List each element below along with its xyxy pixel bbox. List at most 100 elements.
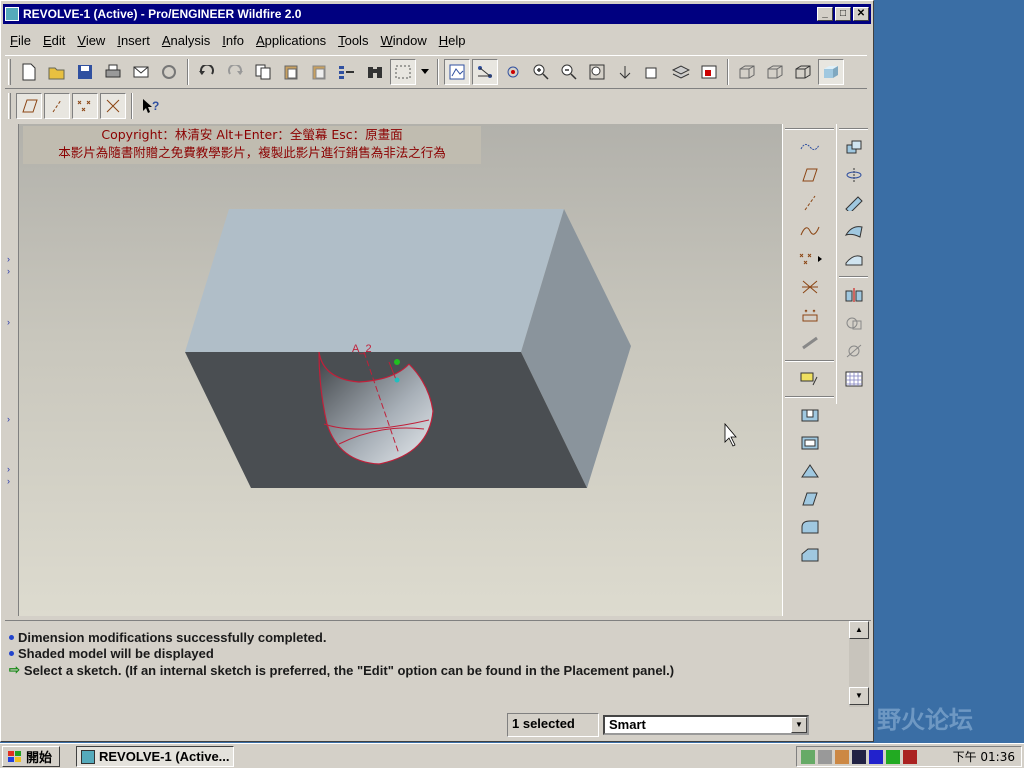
selection-filter-dropdown[interactable]: Smart ▼ [603, 715, 809, 735]
clock[interactable]: 下午 01:36 [953, 748, 1021, 765]
menu-view[interactable]: View [72, 33, 110, 48]
round-icon[interactable] [797, 514, 823, 540]
tray-green-icon[interactable] [886, 749, 900, 764]
refit-icon[interactable] [584, 59, 610, 85]
network-icon[interactable] [801, 749, 815, 764]
view-manager-icon[interactable] [696, 59, 722, 85]
dropdown-arrow-icon[interactable] [418, 59, 432, 85]
menu-info[interactable]: Info [217, 33, 249, 48]
no-hidden-icon[interactable] [790, 59, 816, 85]
orient-icon[interactable] [612, 59, 638, 85]
context-help-icon[interactable]: ? [138, 93, 164, 119]
mirror-icon[interactable] [841, 282, 867, 308]
ime-icon[interactable] [852, 749, 866, 764]
message-line-3: ⇨ Select a sketch. (If an internal sketch… [9, 662, 674, 678]
maximize-button[interactable]: □ [835, 7, 851, 21]
layers-icon[interactable] [668, 59, 694, 85]
style-icon[interactable] [841, 246, 867, 272]
message-scrollbar[interactable]: ▲ ▼ [849, 621, 869, 707]
media-icon[interactable] [869, 749, 883, 764]
rib-icon[interactable] [797, 458, 823, 484]
paste-icon[interactable] [278, 59, 304, 85]
relations-icon[interactable] [334, 59, 360, 85]
hole-icon[interactable] [797, 402, 823, 428]
plane-display-icon[interactable] [16, 93, 42, 119]
chamfer-icon[interactable] [797, 542, 823, 568]
merge-icon[interactable] [841, 310, 867, 336]
boundary-blend-icon[interactable] [841, 218, 867, 244]
extrude-icon[interactable] [841, 134, 867, 160]
message-text: Shaded model will be displayed [18, 646, 214, 661]
menu-tools[interactable]: Tools [333, 33, 373, 48]
title-bar[interactable]: REVOLVE-1 (Active) - Pro/ENGINEER Wildfi… [3, 4, 871, 24]
message-text: Dimension modifications successfully com… [18, 630, 327, 645]
pattern-icon[interactable] [841, 366, 867, 392]
datum-plane-icon[interactable] [797, 162, 823, 188]
datum-point-icon[interactable] [797, 246, 823, 272]
dimension-label[interactable]: A_2 [352, 343, 372, 355]
toolbar-grip[interactable] [8, 59, 11, 85]
regenerate-icon[interactable] [156, 59, 182, 85]
draft-icon[interactable] [797, 486, 823, 512]
menu-edit[interactable]: Edit [38, 33, 70, 48]
menu-file[interactable]: File [5, 33, 36, 48]
datum-curve-sketch-icon[interactable] [797, 134, 823, 160]
datum-icon[interactable] [472, 59, 498, 85]
zoom-out-icon[interactable] [556, 59, 582, 85]
select-box-icon[interactable] [390, 59, 416, 85]
redo-icon[interactable] [222, 59, 248, 85]
axis-display-icon[interactable] [44, 93, 70, 119]
variable-section-sweep-icon[interactable] [841, 190, 867, 216]
message-line-1: Dimension modifications successfully com… [9, 630, 326, 645]
tray-app-icon[interactable] [835, 749, 849, 764]
open-icon[interactable] [44, 59, 70, 85]
left-splitter[interactable]: › › › › › › [5, 124, 19, 616]
analysis-feature-icon[interactable] [797, 302, 823, 328]
point-display-icon[interactable] [72, 93, 98, 119]
menu-help[interactable]: Help [434, 33, 471, 48]
menu-analysis[interactable]: Analysis [157, 33, 215, 48]
hidden-line-icon[interactable] [762, 59, 788, 85]
graphics-window[interactable]: Copyright：林清安 Alt+Enter：全螢幕 Esc：原畫面 本影片為… [19, 124, 782, 616]
wireframe-icon[interactable] [734, 59, 760, 85]
spin-icon[interactable] [500, 59, 526, 85]
revolve-icon[interactable] [841, 162, 867, 188]
datum-axis-icon[interactable] [797, 190, 823, 216]
paste-special-icon[interactable] [306, 59, 332, 85]
save-icon[interactable] [72, 59, 98, 85]
saved-views-icon[interactable] [640, 59, 666, 85]
scroll-track[interactable] [849, 639, 869, 687]
drag-handle-green[interactable] [394, 359, 400, 365]
insert-annotation-icon[interactable] [797, 366, 823, 392]
new-icon[interactable] [16, 59, 42, 85]
datum-csys-icon[interactable] [797, 274, 823, 300]
menu-insert[interactable]: Insert [112, 33, 155, 48]
print-icon[interactable] [100, 59, 126, 85]
trim-icon[interactable] [841, 338, 867, 364]
scroll-up-button[interactable]: ▲ [849, 621, 869, 639]
copy-icon[interactable] [250, 59, 276, 85]
menu-window[interactable]: Window [375, 33, 431, 48]
minimize-button[interactable]: _ [817, 7, 833, 21]
tray-red-icon[interactable] [903, 749, 917, 764]
volume-icon[interactable] [818, 749, 832, 764]
datum-display-toolbar: ? [5, 89, 164, 123]
insert-shared-data-icon[interactable] [797, 330, 823, 356]
sketch-icon[interactable] [444, 59, 470, 85]
find-icon[interactable] [362, 59, 388, 85]
close-button[interactable]: ✕ [853, 7, 869, 21]
start-button[interactable]: 開始 [2, 746, 60, 767]
toolbar2-grip[interactable] [8, 93, 11, 119]
chevron-down-icon[interactable]: ▼ [791, 717, 807, 733]
model-view[interactable]: A_2 [19, 124, 782, 616]
zoom-in-icon[interactable] [528, 59, 554, 85]
csys-display-icon[interactable] [100, 93, 126, 119]
send-icon[interactable] [128, 59, 154, 85]
undo-icon[interactable] [194, 59, 220, 85]
drag-handle-cyan[interactable] [394, 377, 400, 383]
menu-applications[interactable]: Applications [251, 33, 331, 48]
datum-curve-icon[interactable] [797, 218, 823, 244]
shell-icon[interactable] [797, 430, 823, 456]
taskbar-app-button[interactable]: REVOLVE-1 (Active... [76, 746, 234, 767]
shading-icon[interactable] [818, 59, 844, 85]
